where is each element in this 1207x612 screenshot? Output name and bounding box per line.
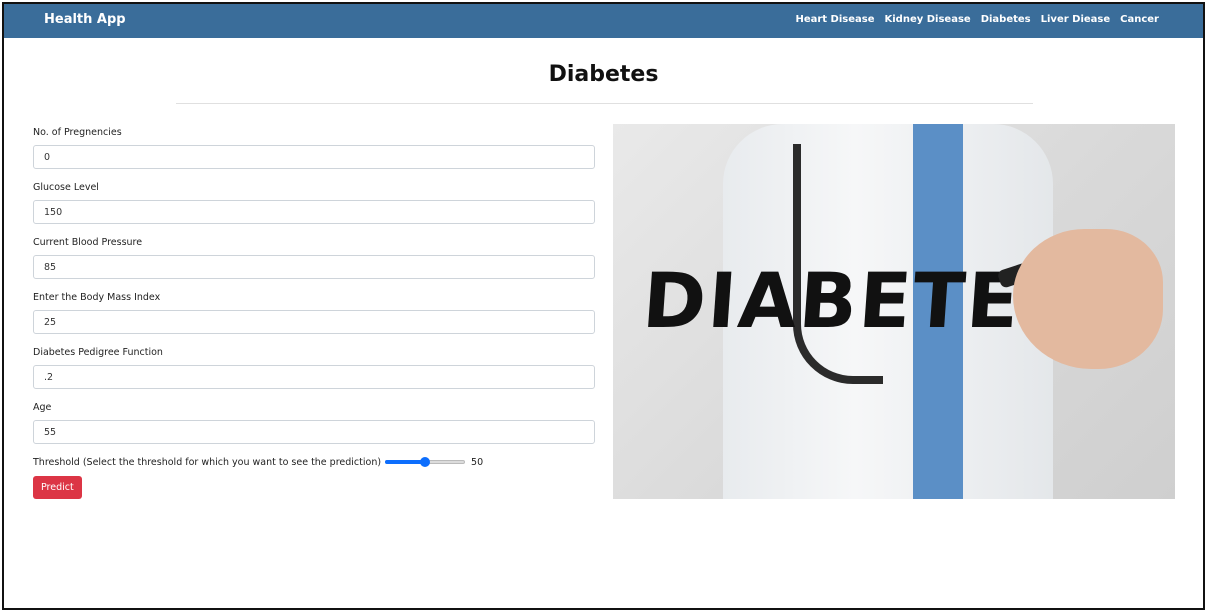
diabetes-hero-image: DIABETES [613, 124, 1175, 499]
glucose-input[interactable] [33, 200, 595, 224]
bmi-label: Enter the Body Mass Index [33, 292, 161, 303]
age-input[interactable] [33, 420, 595, 444]
pedigree-input[interactable] [33, 365, 595, 389]
navbar: Health App Heart Disease Kidney Disease … [4, 4, 1203, 38]
pregnancies-label: No. of Pregnencies [33, 127, 122, 138]
nav-link-diabetes[interactable]: Diabetes [981, 14, 1031, 25]
title-divider [176, 103, 1033, 104]
threshold-row: Threshold (Select the threshold for whic… [33, 454, 595, 470]
slider-thumb[interactable] [420, 457, 431, 467]
nav-links: Heart Disease Kidney Disease Diabetes Li… [795, 14, 1159, 25]
bmi-input[interactable] [33, 310, 595, 334]
predict-button[interactable]: Predict [33, 476, 82, 499]
slider-fill [385, 460, 426, 464]
app-window: Health App Heart Disease Kidney Disease … [2, 2, 1205, 610]
nav-link-cancer[interactable]: Cancer [1120, 14, 1159, 25]
blood-pressure-input[interactable] [33, 255, 595, 279]
threshold-label: Threshold (Select the threshold for whic… [33, 456, 382, 468]
page-title: Diabetes [548, 62, 659, 87]
threshold-slider[interactable] [385, 457, 466, 467]
pregnancies-input[interactable] [33, 145, 595, 169]
threshold-value: 50 [471, 456, 484, 468]
nav-link-heart-disease[interactable]: Heart Disease [795, 14, 874, 25]
glucose-label: Glucose Level [33, 182, 99, 193]
nav-link-kidney-disease[interactable]: Kidney Disease [885, 14, 971, 25]
pedigree-label: Diabetes Pedigree Function [33, 347, 163, 358]
prediction-form: No. of Pregnencies Glucose Level Current… [33, 126, 595, 499]
nav-link-liver-disease[interactable]: Liver Diease [1041, 14, 1111, 25]
blood-pressure-label: Current Blood Pressure [33, 237, 143, 248]
age-label: Age [33, 402, 52, 413]
brand-link[interactable]: Health App [44, 12, 126, 27]
